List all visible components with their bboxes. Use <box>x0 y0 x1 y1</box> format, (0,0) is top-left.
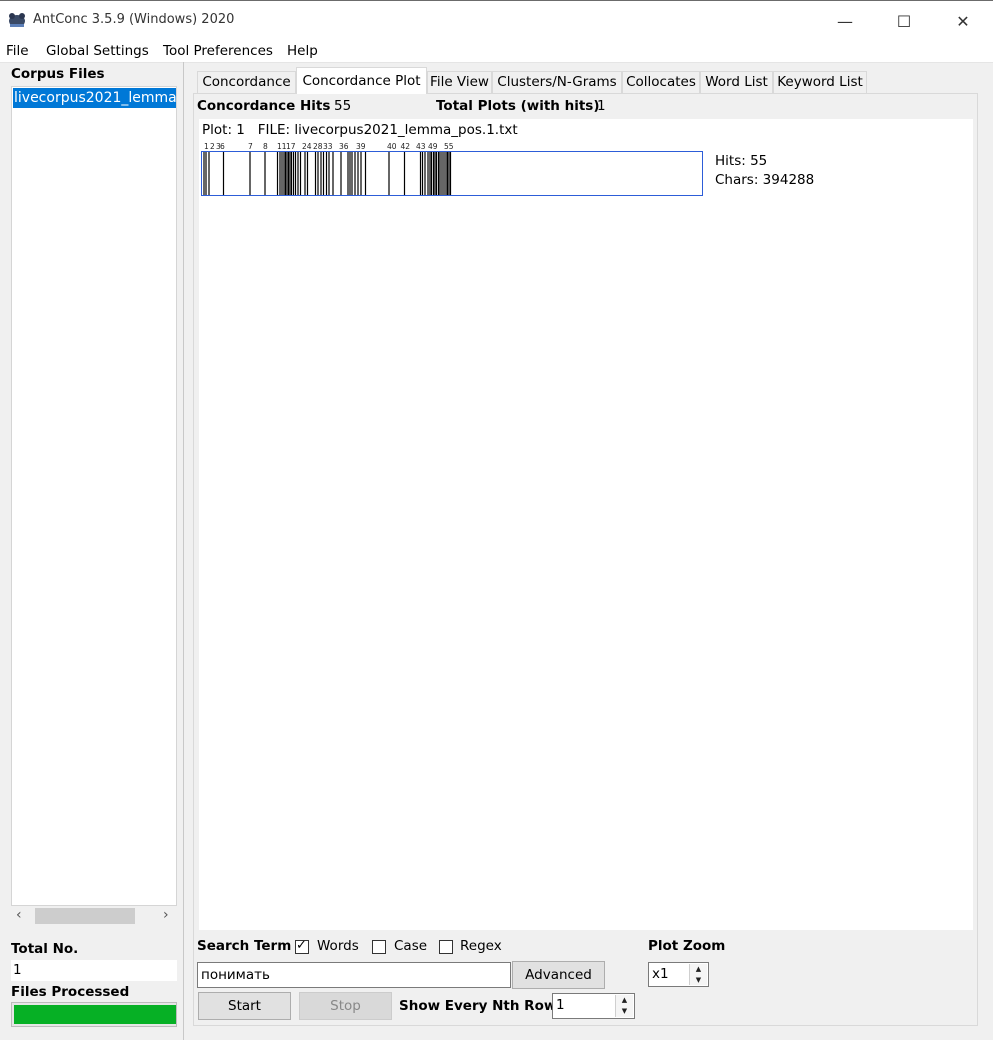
menu-help[interactable]: Help <box>287 43 318 59</box>
hit-number-label: 7 <box>248 142 253 151</box>
case-checkbox-label[interactable]: Case <box>394 938 427 954</box>
show-every-nth-row-label: Show Every Nth Row <box>399 998 557 1014</box>
checkmark-icon: ✓ <box>296 938 307 953</box>
hit-number-label: 42 <box>401 142 411 151</box>
dispersion-plot-bars <box>203 152 452 195</box>
hit-number-label: 36 <box>339 142 349 151</box>
corpus-files-label: Corpus Files <box>11 66 105 82</box>
dispersion-plot[interactable] <box>201 151 703 196</box>
corpus-file-item[interactable]: livecorpus2021_lemma_pos.1.txt <box>13 88 176 108</box>
concordance-hits-label: Concordance Hits <box>197 98 331 114</box>
stop-button[interactable]: Stop <box>299 992 392 1020</box>
plot-chars-count: Chars: 394288 <box>715 172 815 188</box>
plot-hits-count: Hits: 55 <box>715 153 768 169</box>
hit-number-label: 28 <box>313 142 323 151</box>
title-bar: AntConc 3.5.9 (Windows) 2020 — ☐ ✕ <box>0 0 993 41</box>
plot-header: Plot: 1 FILE: livecorpus2021_lemma_pos.1… <box>202 122 518 138</box>
menu-file[interactable]: File <box>6 43 29 59</box>
hit-number-label: 55 <box>444 142 454 151</box>
hit-number-label: 40 <box>387 142 397 151</box>
tab-concordance[interactable]: Concordance <box>197 71 296 93</box>
scroll-left-icon[interactable]: ‹ <box>16 907 22 923</box>
files-processed-label: Files Processed <box>11 984 130 1000</box>
regex-checkbox-label[interactable]: Regex <box>460 938 502 954</box>
spin-up-icon[interactable]: ▲ <box>690 964 707 975</box>
menu-tool-preferences[interactable]: Tool Preferences <box>163 43 273 59</box>
plot-zoom-label: Plot Zoom <box>648 938 726 954</box>
hit-number-label: 33 <box>323 142 333 151</box>
search-term-label: Search Term <box>197 938 292 954</box>
total-no-value: 1 <box>11 960 177 981</box>
hit-number-label: 8 <box>263 142 268 151</box>
menu-bar: File Global Settings Tool Preferences He… <box>0 40 993 63</box>
regex-checkbox[interactable] <box>439 940 453 954</box>
close-button[interactable]: ✕ <box>940 1 986 41</box>
nth-row-spinner-arrows[interactable]: ▲ ▼ <box>615 995 633 1017</box>
search-term-input[interactable]: понимать <box>197 962 511 988</box>
hit-number-label: 49 <box>428 142 438 151</box>
files-processed-progress-bar <box>11 1002 177 1027</box>
tab-keyword-list[interactable]: Keyword List <box>773 71 867 93</box>
maximize-button[interactable]: ☐ <box>881 1 927 41</box>
start-button[interactable]: Start <box>198 992 291 1020</box>
tab-collocates[interactable]: Collocates <box>622 71 700 93</box>
minimize-button[interactable]: — <box>822 1 868 41</box>
hit-number-label: 17 <box>286 142 296 151</box>
hit-number-label: 1 <box>204 142 209 151</box>
corpus-list-horizontal-scrollbar[interactable]: ‹ › <box>11 906 177 926</box>
hit-number-label: 24 <box>302 142 312 151</box>
plot-zoom-spinbox[interactable]: x1 ▲ ▼ <box>648 962 709 987</box>
scroll-right-icon[interactable]: › <box>163 907 169 923</box>
concordance-hits-value: 55 <box>334 98 352 114</box>
total-plots-value: 1 <box>597 98 606 114</box>
nth-row-spinbox[interactable]: 1 ▲ ▼ <box>552 993 635 1019</box>
total-plots-label: Total Plots (with hits) <box>436 98 600 114</box>
window-title: AntConc 3.5.9 (Windows) 2020 <box>33 12 235 27</box>
total-no-label: Total No. <box>11 941 79 957</box>
tab-clusters-ngrams[interactable]: Clusters/N-Grams <box>492 71 622 93</box>
scrollbar-thumb[interactable] <box>35 908 135 924</box>
hit-number-label: 43 <box>416 142 426 151</box>
words-checkbox-label[interactable]: Words <box>317 938 359 954</box>
case-checkbox[interactable] <box>372 940 386 954</box>
hit-number-label: 6 <box>220 142 225 151</box>
spin-down-icon[interactable]: ▼ <box>616 1006 633 1017</box>
plot-zoom-value: x1 <box>652 966 669 982</box>
tab-concordance-plot[interactable]: Concordance Plot <box>296 67 427 94</box>
words-checkbox[interactable]: ✓ <box>295 938 309 954</box>
panel-splitter[interactable] <box>183 62 184 1040</box>
advanced-button[interactable]: Advanced <box>512 961 605 989</box>
menu-global-settings[interactable]: Global Settings <box>46 43 149 59</box>
spin-up-icon[interactable]: ▲ <box>616 995 633 1006</box>
tab-file-view[interactable]: File View <box>427 71 492 93</box>
antconc-app-icon <box>9 13 25 27</box>
progress-fill <box>14 1005 176 1024</box>
hit-number-label: 39 <box>356 142 366 151</box>
tab-word-list[interactable]: Word List <box>700 71 773 93</box>
hit-number-label: 2 <box>210 142 215 151</box>
plot-display-area <box>199 119 973 930</box>
spin-down-icon[interactable]: ▼ <box>690 974 707 985</box>
plot-zoom-spinner-arrows[interactable]: ▲ ▼ <box>689 964 707 985</box>
nth-row-value: 1 <box>556 997 565 1013</box>
corpus-file-list[interactable]: livecorpus2021_lemma_pos.1.txt <box>11 86 177 906</box>
